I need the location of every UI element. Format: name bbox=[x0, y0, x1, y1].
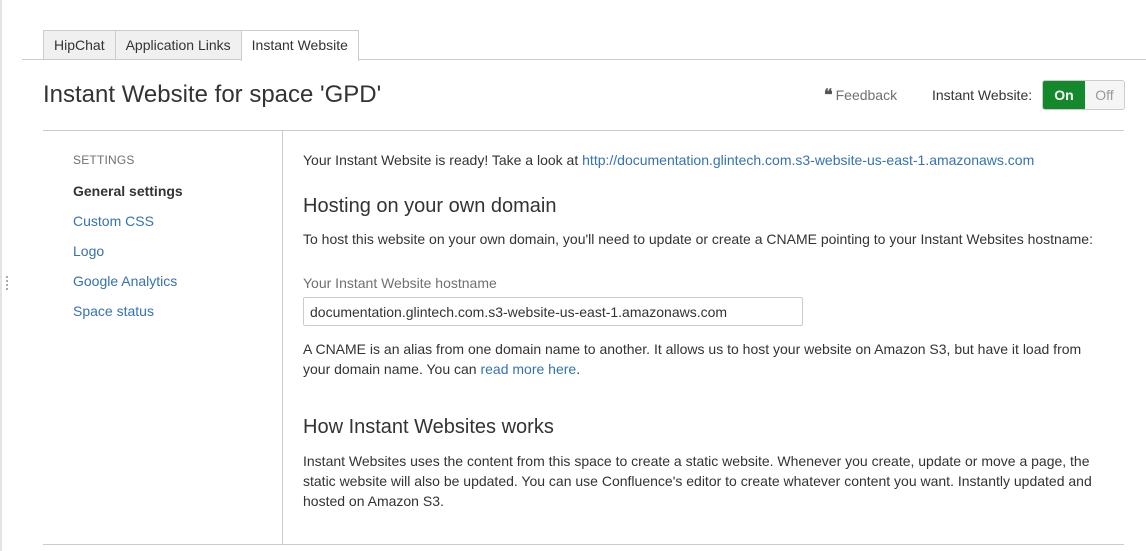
feedback-label: Feedback bbox=[835, 87, 898, 103]
ready-text: Your Instant Website is ready! Take a lo… bbox=[303, 152, 579, 168]
tab-bar-divider bbox=[22, 59, 1146, 60]
tab-instant-website[interactable]: Instant Website bbox=[240, 30, 359, 61]
website-link[interactable]: http://documentation.glintech.com.s3-web… bbox=[582, 152, 1034, 168]
hosting-heading: Hosting on your own domain bbox=[303, 195, 557, 217]
hosting-text: To host this website on your own domain,… bbox=[303, 231, 1093, 247]
hostname-input[interactable] bbox=[303, 297, 803, 326]
read-more-link[interactable]: read more here bbox=[480, 361, 576, 377]
sidebar-divider bbox=[282, 131, 283, 544]
toggle-off-button[interactable]: Off bbox=[1085, 81, 1124, 109]
tab-hipchat[interactable]: HipChat bbox=[43, 30, 116, 60]
settings-sidebar: SETTINGS General settings Custom CSS Log… bbox=[73, 152, 183, 332]
toggle-on-button[interactable]: On bbox=[1043, 81, 1085, 109]
feedback-link[interactable]: ❝ Feedback bbox=[824, 86, 897, 104]
cname-period: . bbox=[576, 361, 581, 377]
window-left-border bbox=[0, 0, 2, 551]
hostname-label: Your Instant Website hostname bbox=[303, 275, 497, 291]
quote-icon: ❝ bbox=[824, 85, 833, 104]
footer-divider bbox=[43, 544, 1124, 545]
resize-handle[interactable] bbox=[6, 276, 8, 290]
how-text: Instant Websites uses the content from t… bbox=[303, 453, 1092, 509]
sidebar-item-custom-css[interactable]: Custom CSS bbox=[73, 212, 183, 242]
main-content: Your Instant Website is ready! Take a lo… bbox=[303, 150, 1103, 511]
sidebar-item-logo[interactable]: Logo bbox=[73, 242, 183, 272]
how-heading: How Instant Websites works bbox=[303, 416, 554, 438]
tab-application-links[interactable]: Application Links bbox=[114, 30, 242, 60]
cname-description: A CNAME is an alias from one domain name… bbox=[303, 341, 1082, 377]
ready-message: Your Instant Website is ready! Take a lo… bbox=[303, 150, 1103, 170]
sidebar-item-google-analytics[interactable]: Google Analytics bbox=[73, 272, 183, 302]
sidebar-item-space-status[interactable]: Space status bbox=[73, 302, 183, 332]
sidebar-item-general-settings[interactable]: General settings bbox=[73, 182, 183, 212]
header-divider bbox=[43, 130, 1124, 131]
tab-bar: HipChat Application Links Instant Websit… bbox=[43, 30, 359, 61]
sidebar-heading: SETTINGS bbox=[73, 153, 135, 167]
instant-website-toggle-label: Instant Website: bbox=[932, 87, 1033, 103]
page-title: Instant Website for space 'GPD' bbox=[43, 81, 382, 108]
cname-text: A CNAME is an alias from one domain name… bbox=[303, 339, 1103, 379]
instant-website-toggle[interactable]: On Off bbox=[1042, 80, 1125, 110]
